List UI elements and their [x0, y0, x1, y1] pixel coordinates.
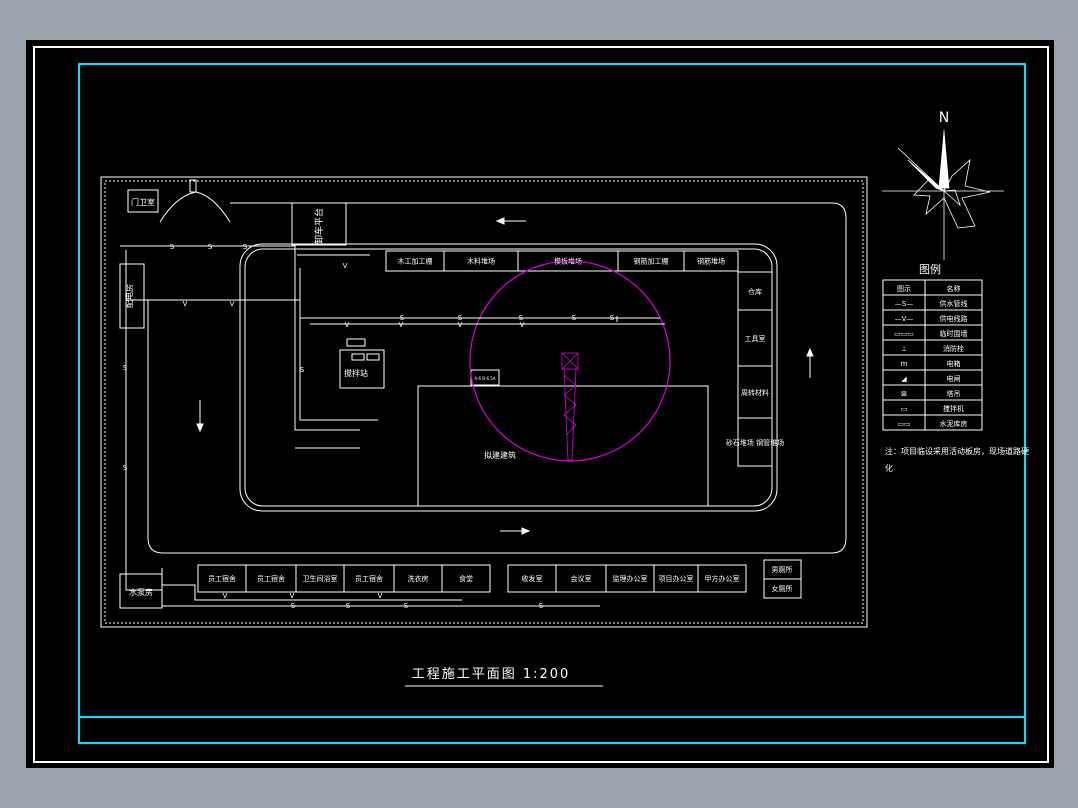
line-mark: S: [123, 464, 128, 472]
dorm-label: 食堂: [459, 574, 473, 583]
right-shed-label: 工具室: [745, 334, 766, 343]
legend-note-line2: 化: [885, 463, 893, 473]
legend-name: 塔吊: [947, 389, 961, 398]
top-shed-label: 木料堆场: [467, 256, 495, 265]
line-mark: S: [243, 243, 248, 251]
mixer-label: 搅拌站: [344, 368, 368, 378]
legend-note-line1: 注：项目临设采用活动板房，现场道路硬: [885, 446, 1029, 456]
legend-symbol: ▭: [901, 405, 908, 413]
dorm-label: 员工宿舍: [257, 574, 285, 583]
legend-symbol: ⊠: [901, 390, 907, 398]
office-label: 会议室: [571, 574, 592, 583]
legend-name: 水泥库房: [940, 419, 968, 428]
dorm-label: 员工宿舍: [355, 574, 383, 583]
line-mark: V: [378, 592, 383, 600]
drawing-title: 工程施工平面图 1:200: [412, 667, 571, 682]
line-mark: V: [223, 592, 228, 600]
legend-symbol: ◢: [901, 375, 907, 383]
pump-room-label: 水泵房: [129, 587, 153, 597]
building-label: 拟建建筑: [484, 450, 516, 460]
right-shed-label: 砂石堆场 钢管堆场: [726, 438, 784, 447]
line-mark: S: [404, 602, 409, 610]
legend-symbol: —S—: [895, 300, 913, 308]
legend-symbol: —V—: [895, 315, 914, 323]
legend-name: 消防栓: [943, 344, 964, 353]
line-mark: V: [345, 321, 350, 329]
legend-title: 图例: [919, 262, 941, 276]
line-mark: S: [300, 366, 305, 374]
legend-symbol: m: [901, 360, 908, 368]
gate-label: 门卫室: [131, 197, 155, 207]
right-shed-label: 仓库: [748, 287, 762, 296]
site-plan-drawing: 门卫室 卸车平台 配电房 水泵房 木工加工棚 木料堆场 模板堆场 钢筋加工棚 钢筋堆场 …: [26, 40, 1054, 768]
office-label: 监理办公室: [613, 574, 648, 583]
toilet-label: 男厕所: [772, 565, 793, 574]
platform-label: 卸车平台: [313, 208, 325, 244]
top-shed-label: 木工加工棚: [398, 256, 433, 265]
line-mark: V: [230, 300, 235, 308]
line-mark: V: [343, 262, 348, 270]
line-mark: S: [208, 243, 213, 251]
line-mark: S: [610, 314, 615, 322]
dorm-label: 卫生间浴室: [303, 574, 338, 583]
line-mark: S: [123, 364, 128, 372]
legend-symbol: ⊥: [901, 345, 907, 353]
line-mark: S: [346, 602, 351, 610]
legend-name: 供水管线: [940, 299, 968, 308]
right-shed-label: 周转材料: [741, 388, 769, 397]
dorm-label: 洗衣房: [408, 574, 429, 583]
legend-symbol: ▭▭▭: [894, 330, 914, 338]
office-label: 收发室: [522, 574, 543, 583]
office-label: 项目办公室: [659, 574, 694, 583]
north-label: N: [939, 110, 949, 126]
line-mark: S: [572, 314, 577, 322]
legend-header: 图示: [897, 285, 911, 293]
line-mark: V: [399, 321, 404, 329]
line-mark: V: [520, 321, 525, 329]
line-mark: S: [291, 602, 296, 610]
legend-symbol: ▭▭: [897, 420, 910, 428]
toilet-label: 女厕所: [772, 584, 793, 593]
legend-name: 供电线路: [940, 314, 968, 323]
top-shed-label: 钢筋堆场: [697, 256, 725, 265]
line-mark: S: [170, 243, 175, 251]
legend-name: 电闸: [947, 374, 961, 383]
legend-name: 搅拌机: [943, 404, 964, 413]
legend-name: 电箱: [947, 359, 961, 368]
line-mark: V: [458, 321, 463, 329]
legend-name: 临时围墙: [940, 329, 968, 338]
legend-header: 名称: [947, 284, 961, 293]
line-mark: V: [290, 592, 295, 600]
dorm-label: 员工宿舍: [208, 574, 236, 583]
office-label: 甲方办公室: [705, 574, 740, 583]
line-mark: V: [183, 300, 188, 308]
line-mark: S: [539, 602, 544, 610]
top-shed-label: 钢筋加工棚: [634, 256, 669, 265]
mixer-sign: A-6 B-6.5A: [474, 376, 495, 381]
